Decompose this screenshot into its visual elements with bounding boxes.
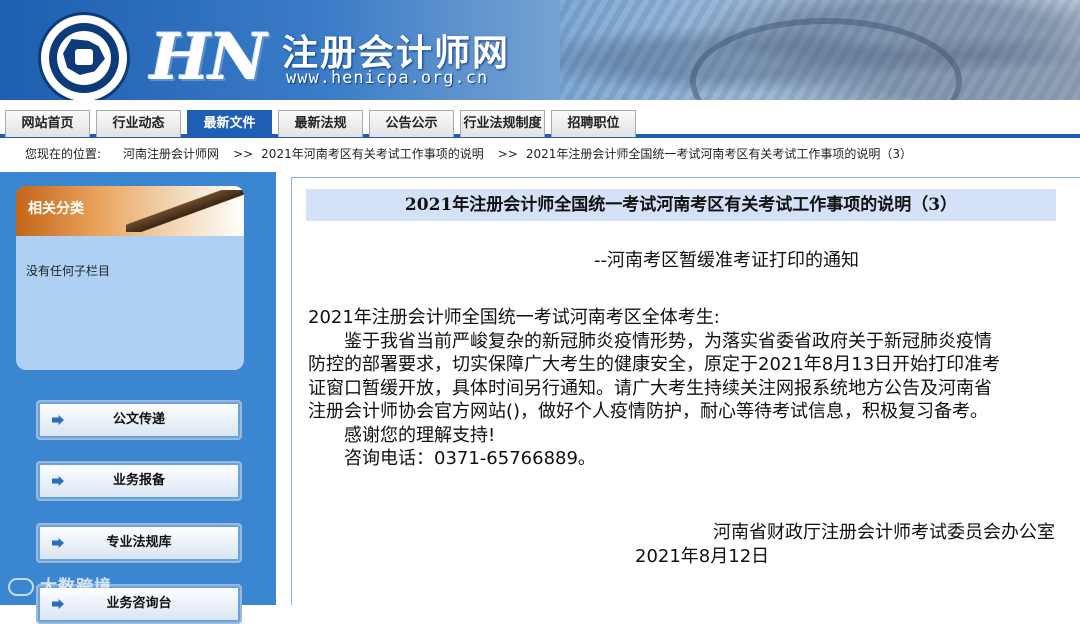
category-title: 相关分类 — [28, 201, 84, 217]
watermark: 大数跨境 — [8, 572, 112, 597]
button-label: 业务报备 — [112, 473, 165, 488]
breadcrumb-link-home[interactable]: 河南注册会计师网 — [123, 147, 219, 161]
watermark-text: 大数跨境 — [40, 577, 112, 597]
button-label: 公文传递 — [112, 412, 165, 427]
site-url: www.henicpa.org.cn — [286, 68, 489, 88]
publish-date: 2021年8月12日 — [635, 546, 770, 567]
signature: 河南省财政厅注册会计师考试委员会办公室 — [713, 522, 1055, 543]
tab-latest-documents[interactable]: 最新文件 — [187, 110, 272, 137]
related-category-box: 相关分类 没有任何子栏目 — [16, 186, 244, 370]
article-body: 2021年注册会计师全国统一考试河南考区全体考生: 鉴于我省当前严峻复杂的新冠肺… — [308, 306, 1068, 471]
article-title: 2021年注册会计师全国统一考试河南考区有关考试工作事项的说明（3） — [306, 189, 1056, 221]
tab-home[interactable]: 网站首页 — [5, 110, 90, 137]
watermark-logo-icon — [8, 578, 34, 596]
phone-text: 咨询电话：0371-65766889。 — [344, 448, 596, 469]
breadcrumb-separator: >> — [233, 147, 254, 161]
thanks-text: 感谢您的理解支持! — [344, 424, 496, 446]
paragraph-line: 防控的部署要求，切实保障广大考生的健康安全，原定于2021年8月13日开始打印准… — [308, 354, 1001, 375]
pen-icon — [126, 190, 244, 232]
tab-announcements[interactable]: 公告公示 — [369, 110, 454, 137]
breadcrumb-prefix: 您现在的位置: — [25, 147, 102, 161]
tab-industry-rules[interactable]: 行业法规制度 — [460, 110, 545, 137]
breadcrumb-separator: >> — [497, 147, 518, 161]
tab-industry-news[interactable]: 行业动态 — [96, 110, 181, 137]
button-label: 专业法规库 — [106, 535, 172, 550]
paragraph-line: 鉴于我省当前严峻复杂的新冠肺炎疫情形势，为落实省委省政府关于新冠肺炎疫情 — [344, 330, 992, 352]
paragraph-line: 注册会计师协会官方网站()，做好个人疫情防护，耐心等待考试信息，积极复习备考。 — [308, 401, 989, 422]
association-logo-icon[interactable] — [38, 12, 130, 100]
left-sidebar: 相关分类 没有任何子栏目 公文传递 业务报备 专业法规库 业务咨询台 — [0, 172, 276, 624]
article-subtitle: --河南考区暂缓准考证打印的通知 — [594, 250, 859, 271]
tab-job-postings[interactable]: 招聘职位 — [551, 110, 636, 137]
regulations-library-button[interactable]: 专业法规库 — [36, 523, 242, 563]
site-header: HN 注册会计师网 www.henicpa.org.cn — [0, 0, 1080, 100]
category-empty-text: 没有任何子栏目 — [26, 264, 111, 278]
article-panel: 2021年注册会计师全国统一考试河南考区有关考试工作事项的说明（3） --河南考… — [291, 177, 1080, 605]
nav-tabs: 网站首页 行业动态 最新文件 最新法规 公告公示 行业法规制度 招聘职位 — [5, 110, 642, 137]
paragraph-line: 证窗口暂缓开放，具体时间另行通知。请广大考生持续关注网报系统地方公告及河南省 — [308, 377, 992, 399]
business-filing-button[interactable]: 业务报备 — [36, 461, 242, 501]
breadcrumb-link-section[interactable]: 2021年河南考区有关考试工作事项的说明 — [261, 147, 484, 161]
salutation: 2021年注册会计师全国统一考试河南考区全体考生: — [308, 307, 720, 328]
document-transfer-button[interactable]: 公文传递 — [36, 400, 242, 440]
breadcrumb: 您现在的位置: 河南注册会计师网 >> 2021年河南考区有关考试工作事项的说明 >> 2… — [0, 138, 1080, 170]
tab-latest-regulations[interactable]: 最新法规 — [278, 110, 363, 137]
breadcrumb-link-current[interactable]: 2021年注册会计师全国统一考试河南考区有关考试工作事项的说明（3） — [526, 147, 912, 161]
logo-initials: HN — [150, 20, 267, 95]
